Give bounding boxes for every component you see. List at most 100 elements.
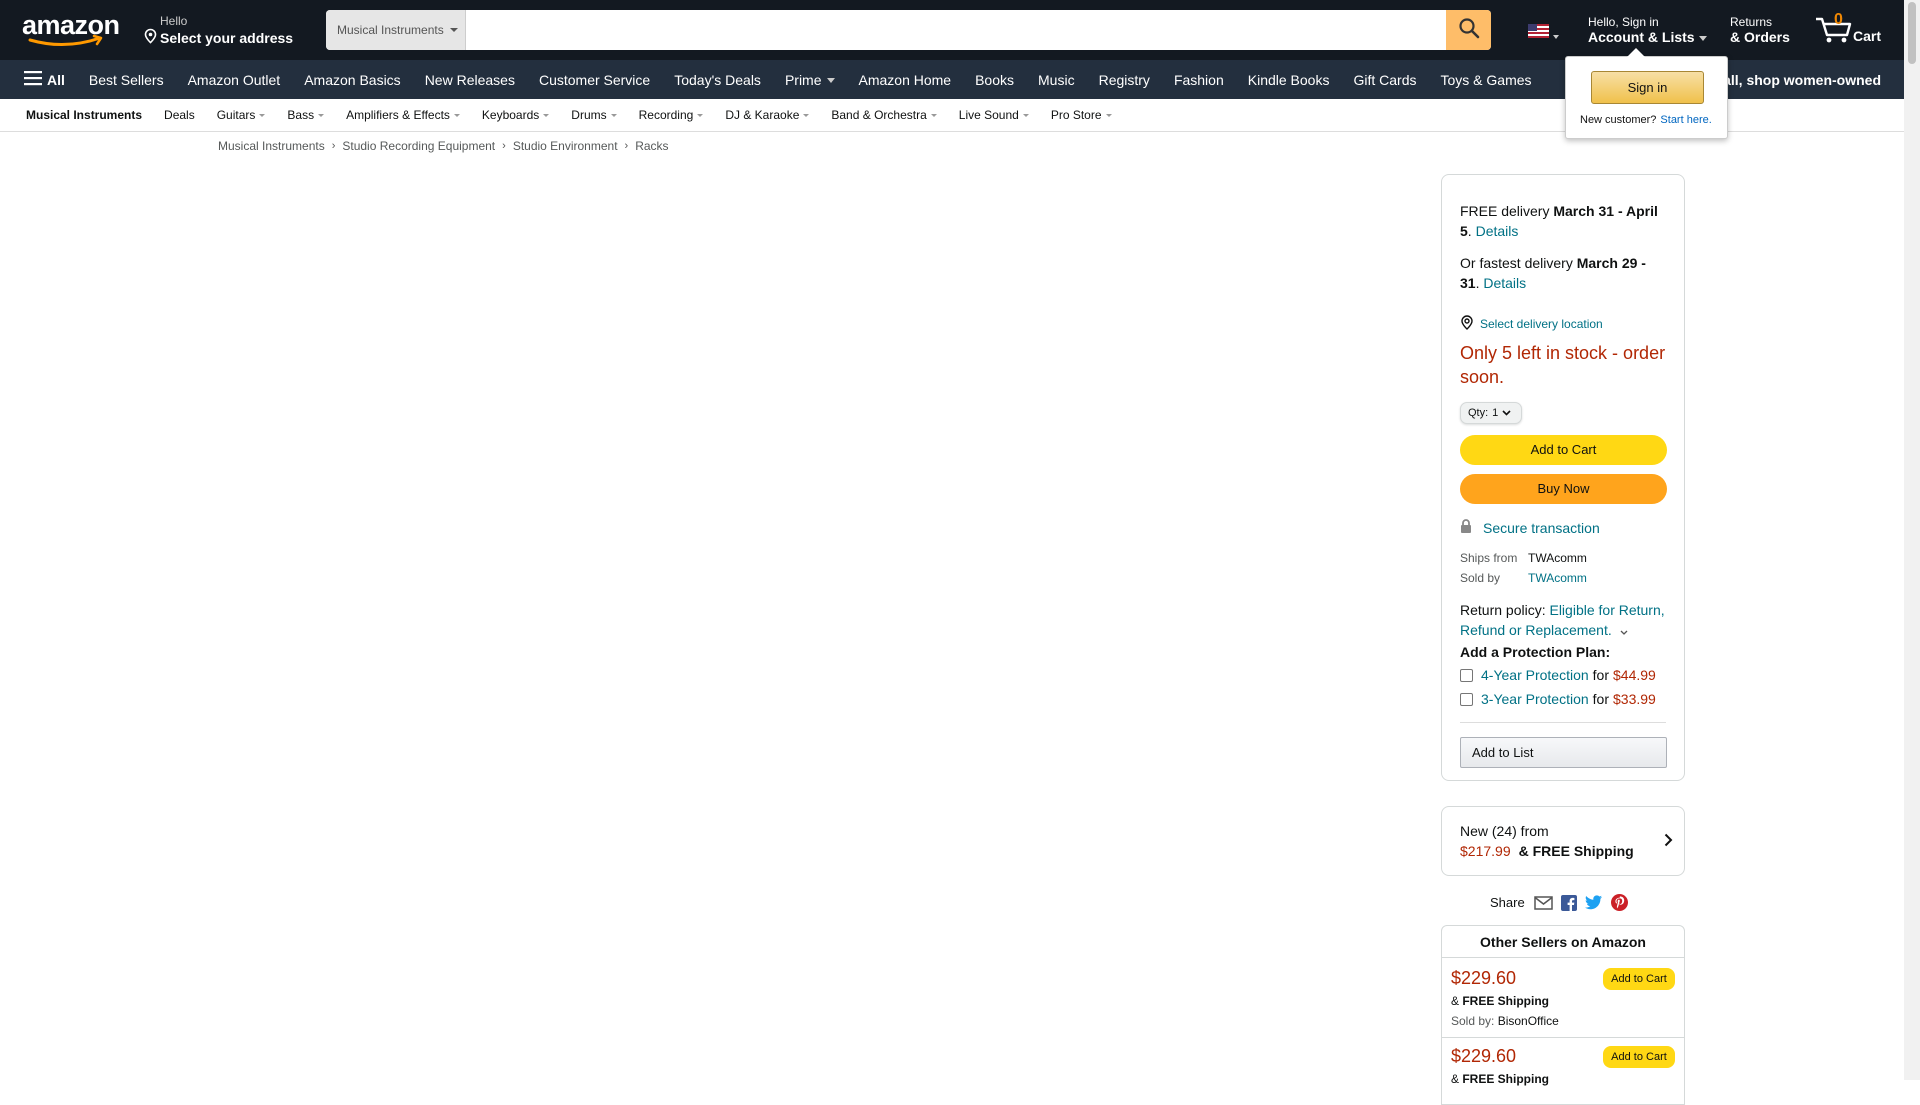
account-lists[interactable]: Hello, Sign in Account & Lists	[1588, 15, 1707, 45]
nav-new-releases[interactable]: New Releases	[413, 72, 527, 88]
subnav-bass[interactable]: Bass	[287, 108, 325, 122]
select-delivery-location[interactable]: Select delivery location	[1460, 315, 1603, 333]
search-category-label: Musical Instruments	[337, 23, 444, 37]
subnav-bass-label: Bass	[287, 108, 315, 122]
location-pin-icon	[1460, 315, 1480, 333]
all-menu-button[interactable]: All	[0, 70, 77, 89]
subnav-musical-instruments[interactable]: Musical Instruments	[26, 108, 142, 122]
nav-fashion[interactable]: Fashion	[1162, 72, 1236, 88]
sold-by-label: Sold by	[1460, 571, 1501, 585]
sign-in-button[interactable]: Sign in	[1591, 71, 1704, 104]
subnav-recording-label: Recording	[638, 108, 694, 122]
nav-promo-link[interactable]: all, shop women-owned	[1723, 60, 1881, 99]
subnav-guitars[interactable]: Guitars	[217, 108, 266, 122]
breadcrumb-racks[interactable]: Racks	[635, 139, 668, 153]
nav-amazon-outlet[interactable]: Amazon Outlet	[176, 72, 293, 88]
subnav-keyboards[interactable]: Keyboards	[482, 108, 550, 122]
search-category-dropdown[interactable]: Musical Instruments	[326, 10, 466, 50]
protection-option: 3-Year Protection for $33.99	[1460, 691, 1656, 707]
cart-count: 0	[1834, 11, 1843, 28]
deliver-to[interactable]: Hello Select your address	[143, 14, 293, 47]
subnav-drums[interactable]: Drums	[571, 108, 617, 122]
protection-3yr-checkbox[interactable]	[1460, 692, 1473, 706]
subnav-dj-karaoke[interactable]: DJ & Karaoke	[725, 108, 810, 122]
top-header: amazon Hello Select your address Musical…	[0, 0, 1904, 60]
caret-down-icon	[259, 113, 266, 117]
nav-prime[interactable]: Prime	[773, 72, 847, 88]
fastest-details-link[interactable]: Details	[1483, 275, 1526, 291]
breadcrumb-studio-recording[interactable]: Studio Recording Equipment	[342, 139, 495, 153]
protection-4yr-link[interactable]: 4-Year Protection	[1481, 667, 1589, 683]
return-policy: Return policy: Eligible for Return, Refu…	[1460, 600, 1675, 640]
language-selector[interactable]	[1528, 24, 1559, 43]
protection-for: for	[1592, 667, 1610, 683]
quantity-dropdown[interactable]: Qty: 1	[1460, 402, 1522, 424]
lock-icon	[1460, 519, 1483, 536]
subnav-band-orchestra[interactable]: Band & Orchestra	[831, 108, 937, 122]
subnav-recording[interactable]: Recording	[639, 108, 704, 122]
search-input[interactable]	[466, 10, 1446, 50]
nav-gift-cards[interactable]: Gift Cards	[1341, 72, 1428, 88]
start-here-link[interactable]: Start here.	[1660, 114, 1711, 126]
subnav-deals[interactable]: Deals	[164, 108, 195, 122]
new-offers-box[interactable]: New (24) from $217.99 & FREE Shipping	[1441, 806, 1685, 876]
nav-customer-service[interactable]: Customer Service	[527, 72, 662, 88]
sold-by-row: Sold by TWAcomm	[1460, 571, 1587, 585]
subnav-pro-store[interactable]: Pro Store	[1051, 108, 1112, 122]
orders-label: & Orders	[1730, 29, 1790, 45]
offer-shipping: & FREE Shipping	[1451, 1072, 1549, 1086]
fastest-delivery-info: Or fastest delivery March 29 - 31. Detai…	[1460, 255, 1646, 291]
page-scrollbar[interactable]	[1904, 0, 1920, 1080]
search-bar: Musical Instruments	[326, 10, 1491, 50]
delivery-details-link[interactable]: Details	[1476, 223, 1519, 239]
nav-music[interactable]: Music	[1026, 72, 1087, 88]
cart-button[interactable]: 0 Cart	[1814, 10, 1884, 50]
caret-down-icon	[803, 113, 810, 117]
amazon-logo[interactable]: amazon	[20, 10, 120, 48]
add-to-list-button[interactable]: Add to List	[1460, 737, 1667, 768]
chevron-right-icon: ›	[624, 140, 629, 152]
twitter-icon[interactable]	[1584, 895, 1603, 910]
offer-add-to-cart-button[interactable]: Add to Cart	[1603, 968, 1675, 990]
subnav-live-sound[interactable]: Live Sound	[959, 108, 1029, 122]
ships-from-row: Ships from TWAcomm	[1460, 551, 1587, 565]
offer-add-to-cart-button[interactable]: Add to Cart	[1603, 1046, 1675, 1068]
other-sellers-title: Other Sellers on Amazon	[1442, 926, 1684, 958]
breadcrumb-studio-environment[interactable]: Studio Environment	[513, 139, 618, 153]
chevron-down-icon[interactable]	[1620, 620, 1628, 640]
nav-amazon-home[interactable]: Amazon Home	[847, 72, 964, 88]
protection-4yr-checkbox[interactable]	[1460, 668, 1473, 682]
facebook-icon[interactable]	[1560, 894, 1577, 911]
nav-books[interactable]: Books	[963, 72, 1026, 88]
secure-transaction[interactable]: Secure transaction	[1460, 519, 1600, 536]
nav-amazon-basics[interactable]: Amazon Basics	[292, 72, 412, 88]
svg-text:amazon: amazon	[22, 12, 120, 40]
nav-todays-deals[interactable]: Today's Deals	[662, 72, 773, 88]
seller-offer: $229.60 & FREE Shipping Sold by: BisonOf…	[1451, 968, 1677, 1044]
breadcrumb-musical-instruments[interactable]: Musical Instruments	[218, 139, 325, 153]
caret-down-icon	[930, 113, 937, 117]
divider	[1460, 722, 1666, 723]
email-icon[interactable]	[1533, 895, 1553, 910]
nav-kindle-books[interactable]: Kindle Books	[1236, 72, 1342, 88]
add-to-cart-button[interactable]: Add to Cart	[1460, 435, 1667, 465]
chevron-down-icon	[1502, 407, 1511, 419]
buy-now-button[interactable]: Buy Now	[1460, 474, 1667, 504]
caret-down-icon	[543, 113, 550, 117]
offer-shipping-prefix: &	[1451, 1072, 1463, 1086]
search-button[interactable]	[1446, 10, 1491, 50]
nav-registry[interactable]: Registry	[1087, 72, 1162, 88]
protection-3yr-link[interactable]: 3-Year Protection	[1481, 691, 1589, 707]
scrollbar-thumb[interactable]	[1908, 2, 1916, 64]
returns-orders[interactable]: Returns & Orders	[1730, 15, 1790, 45]
select-delivery-location-label: Select delivery location	[1480, 317, 1603, 331]
nav-toys-games[interactable]: Toys & Games	[1428, 72, 1543, 88]
pinterest-icon[interactable]	[1610, 894, 1628, 911]
qty-label: Qty:	[1468, 407, 1489, 419]
nav-best-sellers[interactable]: Best Sellers	[77, 72, 176, 88]
sold-by-link[interactable]: TWAcomm	[1528, 571, 1587, 585]
subnav-amplifiers[interactable]: Amplifiers & Effects	[346, 108, 460, 122]
caret-down-icon	[449, 28, 458, 32]
offer-shipping-label: FREE Shipping	[1462, 1072, 1550, 1086]
subnav-dj-karaoke-label: DJ & Karaoke	[725, 108, 800, 122]
